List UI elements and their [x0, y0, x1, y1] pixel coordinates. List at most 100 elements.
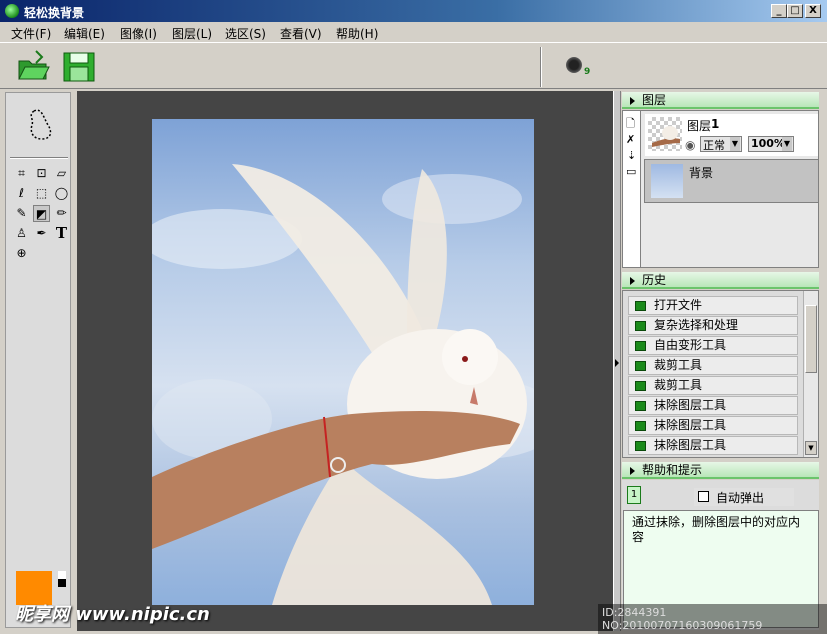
visibility-eye-icon[interactable]: ◉ [685, 138, 695, 152]
new-layer-icon[interactable]: 🗋 [626, 115, 635, 134]
history-step-icon [635, 341, 646, 351]
perspective-icon[interactable]: ⏥ [53, 165, 70, 182]
layer-thumbnail [648, 117, 682, 151]
tool-palette: ⌗ ⊡ ⏥ ℓ ⬚ ◯ ✎ ◩ ✏ ♙ ✒ T ⊕ [5, 92, 71, 628]
opacity-value: 100% [751, 137, 785, 150]
swap-colors-icon[interactable] [58, 571, 66, 587]
layer-row-layer1[interactable]: 图层 1 ◉ 正常 ▼ 100% ▼ [645, 114, 818, 156]
layer1-number: 1 [711, 117, 720, 131]
history-item[interactable]: 裁剪工具 [628, 356, 798, 375]
crop-icon[interactable]: ⌗ [13, 165, 30, 182]
history-step-icon [635, 401, 646, 411]
background-thumbnail [651, 164, 683, 198]
history-item[interactable]: 自由变形工具 [628, 336, 798, 355]
save-file-button[interactable] [62, 49, 98, 85]
rect-select-icon[interactable]: ⬚ [33, 185, 50, 202]
tool-separator [10, 157, 68, 159]
history-panel: 打开文件 复杂选择和处理 自由变形工具 裁剪工具 裁剪工具 抹除图层工具 抹除图… [622, 290, 819, 458]
history-item[interactable]: 抹除图层工具 [628, 396, 798, 415]
text-icon[interactable]: T [53, 225, 70, 242]
close-button[interactable]: X [805, 4, 821, 18]
toolbar-separator [540, 47, 542, 87]
delete-layer-icon[interactable]: ✗ [626, 133, 635, 146]
menu-file[interactable]: 文件(F) [11, 25, 51, 42]
watermark-id: ID:2844391 NO:20100707160309061759 [598, 604, 827, 634]
auto-popup-checkbox[interactable] [698, 491, 709, 502]
toolbar: 9 [0, 42, 827, 89]
transform-icon[interactable]: ⊡ [33, 165, 50, 182]
menu-layer[interactable]: 图层(L) [172, 25, 212, 42]
history-item[interactable]: 打开文件 [628, 296, 798, 315]
opacity-select[interactable]: 100% ▼ [748, 136, 794, 152]
merge-down-icon[interactable]: ⇣ [627, 149, 636, 162]
history-step-icon [635, 301, 646, 311]
menu-view[interactable]: 查看(V) [280, 25, 322, 42]
background-layer-name: 背景 [689, 166, 714, 180]
history-item-label: 抹除图层工具 [654, 438, 727, 452]
menu-edit[interactable]: 编辑(E) [64, 25, 105, 42]
history-panel-header[interactable]: 历史 [622, 272, 819, 289]
history-item[interactable]: 裁剪工具 [628, 376, 798, 395]
layer1-name: 图层 [687, 119, 712, 133]
history-item[interactable]: 抹除图层工具 [628, 416, 798, 435]
history-item-label: 裁剪工具 [654, 378, 703, 392]
brush-icon[interactable]: ✏ [53, 205, 70, 222]
history-step-icon [635, 381, 646, 391]
history-item-label: 抹除图层工具 [654, 398, 727, 412]
help-panel-header[interactable]: 帮助和提示 [622, 462, 819, 479]
open-layer-icon[interactable]: ▭ [626, 165, 636, 178]
history-item-label: 抹除图层工具 [654, 418, 727, 432]
menu-help[interactable]: 帮助(H) [336, 25, 378, 42]
history-item[interactable]: 复杂选择和处理 [628, 316, 798, 335]
zoom-icon[interactable]: ⊕ [13, 245, 30, 262]
history-item-label: 裁剪工具 [654, 358, 703, 372]
pen-icon[interactable]: ✒ [33, 225, 50, 242]
history-step-icon [635, 361, 646, 371]
auto-popup-label: 自动弹出 [716, 491, 765, 505]
window-title: 轻松换背景 [24, 6, 85, 20]
open-file-button[interactable] [16, 49, 52, 85]
history-step-icon [635, 421, 646, 431]
layers-panel: 🗋 ✗ ⇣ ▭ 图层 1 ◉ 正常 ▼ 100% ▼ 背景 [622, 110, 819, 268]
scroll-down-icon[interactable]: ▼ [805, 441, 817, 455]
history-item-label: 复杂选择和处理 [654, 318, 739, 332]
history-item-label: 打开文件 [654, 298, 703, 312]
menu-image[interactable]: 图像(I) [120, 25, 157, 42]
blend-mode-select[interactable]: 正常 ▼ [700, 136, 742, 152]
layers-panel-header[interactable]: 图层 [622, 92, 819, 109]
history-item-label: 自由变形工具 [654, 338, 727, 352]
help-page-icon: 1 [627, 486, 641, 504]
dove-thumbnail [652, 126, 680, 147]
history-step-icon [635, 441, 646, 451]
floppy-save-icon [63, 52, 95, 82]
scrollbar-thumb[interactable] [805, 305, 817, 373]
auto-popup-toggle[interactable]: 自动弹出 [694, 488, 794, 506]
minimize-button[interactable]: _ [771, 4, 787, 18]
history-scrollbar[interactable]: ▼ [803, 291, 818, 457]
title-bar: 轻松换背景 _ □ X [0, 0, 827, 22]
layer-row-background[interactable]: 背景 [644, 159, 819, 203]
freeform-select-icon[interactable] [24, 107, 56, 143]
watermark-site: 昵享网 www.nipic.cn [15, 604, 210, 625]
brush-size-value: 9 [584, 67, 591, 77]
blend-mode-value: 正常 [703, 139, 725, 152]
history-item[interactable]: 抹除图层工具 [628, 436, 798, 455]
splitter-arrow-icon [615, 359, 619, 367]
panel-splitter[interactable] [613, 91, 621, 631]
dove-photo [152, 164, 534, 605]
ellipse-select-icon[interactable]: ◯ [53, 185, 70, 202]
lasso-icon[interactable]: ℓ [13, 185, 30, 202]
history-step-icon [635, 321, 646, 331]
folder-open-icon [18, 50, 50, 80]
brush-size-icon[interactable] [566, 57, 582, 73]
menu-bar: 文件(F) 编辑(E) 图像(I) 图层(L) 选区(S) 查看(V) 帮助(H… [0, 22, 827, 42]
chevron-down-icon: ▼ [730, 137, 740, 151]
menu-select[interactable]: 选区(S) [225, 25, 266, 42]
canvas-image[interactable] [152, 119, 534, 605]
maximize-button[interactable]: □ [787, 4, 803, 18]
chevron-down-icon: ▼ [782, 137, 792, 151]
eraser-icon[interactable]: ◩ [33, 205, 50, 222]
app-icon [5, 4, 19, 18]
stamp-icon[interactable]: ♙ [13, 225, 30, 242]
magic-wand-icon[interactable]: ✎ [13, 205, 30, 222]
